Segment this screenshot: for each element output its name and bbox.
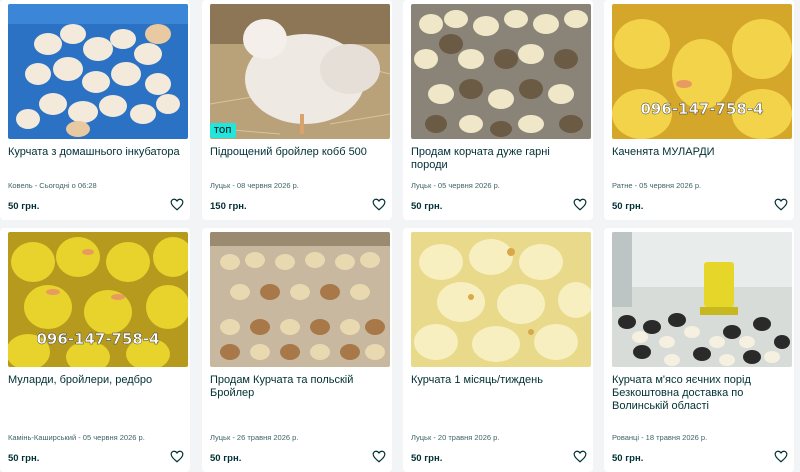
listing-card[interactable]: Курчата з домашнього інкубатора Ковель -… bbox=[0, 0, 190, 220]
listing-price: 150 грн. bbox=[210, 201, 247, 212]
listing-title[interactable]: Курчата м'ясо яєчних порід Безкоштовна д… bbox=[612, 374, 788, 413]
heart-outline-icon[interactable] bbox=[170, 450, 184, 463]
listing-photo[interactable]: 096-147-758-4 bbox=[8, 232, 188, 367]
listing-title[interactable]: Продам Курчата та польскій Бройлер bbox=[210, 374, 386, 400]
listings-grid: Курчата з домашнього інкубатора Ковель -… bbox=[0, 0, 800, 472]
heart-outline-icon[interactable] bbox=[774, 450, 788, 463]
heart-outline-icon[interactable] bbox=[573, 450, 587, 463]
heart-outline-icon[interactable] bbox=[774, 198, 788, 211]
listing-photo[interactable] bbox=[210, 4, 390, 139]
heart-outline-icon[interactable] bbox=[372, 450, 386, 463]
listing-location-date: Ратне - 05 червня 2026 р. bbox=[612, 181, 702, 190]
listing-location-date: Луцьк - 20 травня 2026 р. bbox=[411, 433, 500, 442]
listing-price: 50 грн. bbox=[8, 201, 40, 212]
listing-price: 50 грн. bbox=[612, 201, 644, 212]
listing-location-date: Рованці - 18 травня 2026 р. bbox=[612, 433, 708, 442]
listing-location-date: Камінь-Каширський - 05 червня 2026 р. bbox=[8, 433, 145, 442]
listing-title[interactable]: Курчата 1 місяць/тиждень bbox=[411, 374, 587, 387]
listing-price: 50 грн. bbox=[411, 201, 443, 212]
heart-outline-icon[interactable] bbox=[372, 198, 386, 211]
listing-location-date: Луцьк - 05 червня 2026 р. bbox=[411, 181, 500, 190]
listing-price: 50 грн. bbox=[612, 453, 644, 464]
listing-price: 50 грн. bbox=[411, 453, 443, 464]
listing-location-date: Ковель - Сьогодні о 06:28 bbox=[8, 181, 97, 190]
listing-card[interactable]: ТОП Підрощений бройлер кобб 500 Луцьк - … bbox=[202, 0, 392, 220]
listing-location-date: Луцьк - 26 травня 2026 р. bbox=[210, 433, 299, 442]
listing-card[interactable]: Курчата м'ясо яєчних порід Безкоштовна д… bbox=[604, 228, 794, 472]
listing-photo[interactable] bbox=[411, 232, 591, 367]
listing-title[interactable]: Продам корчата дуже гарні породи bbox=[411, 146, 587, 172]
listing-card[interactable]: 096-147-758-4 Каченята МУЛАРДИ Ратне - 0… bbox=[604, 0, 794, 220]
phone-overlay: 096-147-758-4 bbox=[640, 100, 763, 118]
heart-outline-icon[interactable] bbox=[170, 198, 184, 211]
listing-title[interactable]: Підрощений бройлер кобб 500 bbox=[210, 146, 386, 159]
listing-card[interactable]: Курчата 1 місяць/тиждень Луцьк - 20 трав… bbox=[403, 228, 593, 472]
listing-location-date: Луцьк - 08 червня 2026 р. bbox=[210, 181, 299, 190]
listing-card[interactable]: Продам Курчата та польскій Бройлер Луцьк… bbox=[202, 228, 392, 472]
listing-price: 50 грн. bbox=[8, 453, 40, 464]
listing-photo[interactable] bbox=[8, 4, 188, 139]
phone-overlay: 096-147-758-4 bbox=[36, 330, 159, 348]
listing-card[interactable]: Продам корчата дуже гарні породи Луцьк -… bbox=[403, 0, 593, 220]
listing-photo[interactable] bbox=[210, 232, 390, 367]
listing-photo[interactable] bbox=[612, 232, 792, 367]
heart-outline-icon[interactable] bbox=[573, 198, 587, 211]
listing-photo[interactable] bbox=[411, 4, 591, 139]
top-badge: ТОП bbox=[210, 123, 236, 138]
listing-title[interactable]: Каченята МУЛАРДИ bbox=[612, 146, 788, 159]
listing-title[interactable]: Курчата з домашнього інкубатора bbox=[8, 146, 184, 159]
listing-photo[interactable]: 096-147-758-4 bbox=[612, 4, 792, 139]
listing-price: 50 грн. bbox=[210, 453, 242, 464]
listing-title[interactable]: Мулaрди, бройлери, редбро bbox=[8, 374, 184, 387]
listing-card[interactable]: 096-147-758-4 Мулaрди, бройлери, редбро … bbox=[0, 228, 190, 472]
